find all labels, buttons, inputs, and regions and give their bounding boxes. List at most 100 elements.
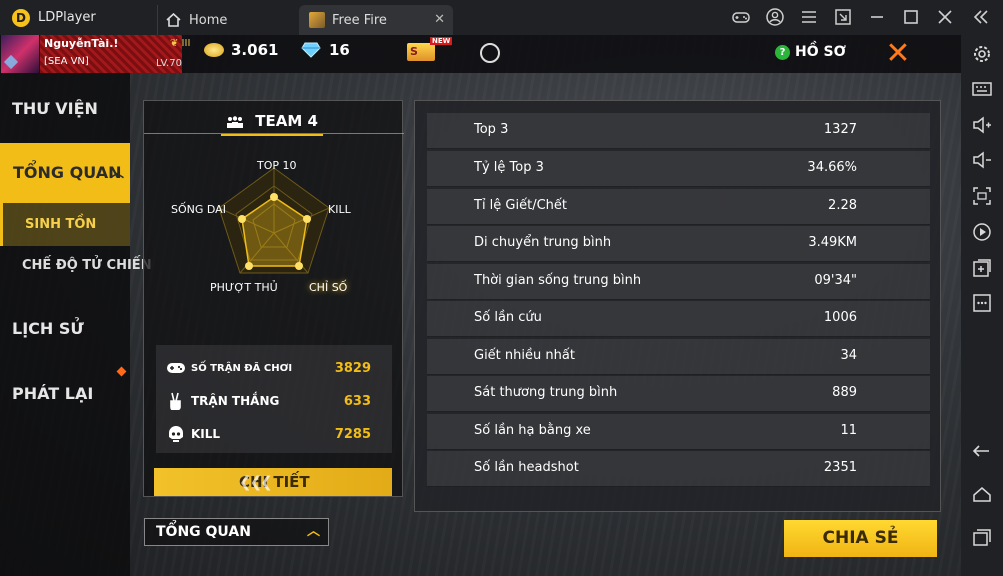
radar-label-survive: SỐNG DAI [171, 203, 226, 216]
stats-table: Top 3 1327 Tỷ lệ Top 3 34.66% Tỉ lệ Giết/C… [414, 100, 941, 512]
screenshot-icon[interactable] [971, 185, 993, 207]
team-icon [227, 115, 244, 128]
chevron-up-icon: ︿ [110, 165, 124, 181]
game-header: NguyễnTài.! ❦ III [SEA VN] LV.70 3.061 1… [0, 35, 961, 73]
record-icon[interactable] [971, 221, 993, 243]
chevrons-left-icon: ❮❮❮ [239, 473, 273, 491]
table-row: Giết nhiều nhất 34 [427, 339, 930, 375]
gold-coin-icon [204, 43, 224, 57]
table-row: Tỉ lệ Giết/Chết 2.28 [427, 189, 930, 225]
stat-label: Giết nhiều nhất [474, 348, 575, 363]
close-screen-icon[interactable]: ✕ [876, 38, 920, 70]
player-level: LV.70 [156, 58, 182, 69]
account-icon[interactable] [765, 7, 785, 27]
keyboard-icon[interactable] [971, 78, 993, 100]
ldplayer-logo-icon: D [12, 9, 30, 27]
nav-survival[interactable]: SINH TỒN [0, 203, 130, 246]
shop-ticket-icon[interactable]: S [407, 43, 435, 61]
tab-home-label: Home [189, 12, 228, 28]
cloud-settings-icon[interactable] [480, 43, 500, 63]
left-navigation: THƯ VIỆN TỔNG QUAN ︿ SINH TỒN CHẾ ĐỘ TỬ … [0, 73, 152, 576]
team-title: TEAM 4 [221, 108, 323, 136]
more-icon[interactable] [971, 292, 993, 314]
stat-label: Số lần cứu [474, 310, 542, 325]
player-name: NguyễnTài.! [44, 37, 119, 50]
shrink-window-icon[interactable] [833, 7, 853, 27]
nav-overview[interactable]: TỔNG QUAN ︿ [0, 143, 130, 203]
collapse-sidebar-icon[interactable] [971, 7, 991, 27]
stat-value: 3.49KM [808, 235, 857, 250]
stat-value: 1006 [823, 310, 857, 325]
game-screen: NguyễnTài.! ❦ III [SEA VN] LV.70 3.061 1… [0, 35, 961, 576]
matches-value: 3829 [334, 360, 371, 376]
table-row: Sát thương trung bình 889 [427, 376, 930, 412]
profile-tab[interactable]: ? HỒ SƠ [775, 44, 846, 60]
overview-dropdown[interactable]: TỔNG QUAN ︿ [144, 518, 329, 546]
home-button-icon[interactable] [971, 483, 993, 505]
add-app-icon[interactable] [971, 257, 993, 279]
stat-label: Tỉ lệ Giết/Chết [474, 198, 567, 213]
stat-value: 2351 [823, 460, 857, 475]
new-badge: NEW [430, 37, 453, 45]
share-button[interactable]: CHIA SẺ [784, 520, 937, 557]
stat-value: 09'34" [814, 273, 857, 288]
gold-counter[interactable]: 3.061 [204, 41, 278, 59]
gamepad-icon[interactable] [731, 7, 751, 27]
table-row: Tỷ lệ Top 3 34.66% [427, 151, 930, 187]
radar-label-top10: TOP 10 [257, 159, 297, 172]
stat-label: Di chuyển trung bình [474, 235, 612, 250]
team-name: TEAM 4 [255, 112, 318, 130]
nav-replay[interactable]: PHÁT LẠI [12, 384, 142, 403]
gamepad-icon [167, 363, 185, 373]
home-icon [166, 13, 181, 27]
skull-icon [169, 426, 183, 442]
stat-value: 889 [832, 385, 857, 400]
volume-up-icon[interactable] [971, 114, 993, 136]
emulator-title-bar: D LDPlayer Home Free Fire ✕ [0, 0, 1003, 35]
summary-row-matches: SỐ TRẬN ĐÃ CHƠI 3829 [166, 359, 386, 377]
stat-value: 1327 [823, 122, 857, 137]
settings-icon[interactable] [971, 43, 993, 65]
overview-dropdown-label: TỔNG QUAN [156, 524, 251, 540]
tab-home[interactable]: Home [157, 5, 306, 35]
stat-label: Thời gian sống trung bình [474, 273, 642, 288]
tab-free-fire[interactable]: Free Fire ✕ [299, 5, 453, 35]
volume-down-icon[interactable] [971, 149, 993, 171]
table-row: Top 3 1327 [427, 113, 930, 149]
maximize-icon[interactable] [901, 7, 921, 27]
stat-label: Số lần hạ bằng xe [474, 423, 591, 438]
diamond-counter[interactable]: 16 [301, 41, 350, 59]
back-icon[interactable] [971, 440, 993, 462]
recent-apps-icon[interactable] [971, 526, 993, 548]
nav-library[interactable]: THƯ VIỆN [12, 99, 142, 118]
menu-icon[interactable] [799, 7, 819, 27]
tab-close-icon[interactable]: ✕ [434, 12, 445, 27]
radar-chart [218, 167, 330, 274]
kills-label: KILL [191, 427, 221, 441]
player-clan: [SEA VN] [44, 56, 89, 67]
stat-label: Sát thương trung bình [474, 385, 618, 400]
kills-value: 7285 [334, 426, 371, 442]
detail-button[interactable]: CHI TIẾT ❮❮❮ [154, 468, 392, 496]
table-row: Số lần hạ bằng xe 11 [427, 414, 930, 450]
minimize-icon[interactable] [867, 7, 887, 27]
rank-badge: ❦ III [170, 38, 191, 49]
stat-value: 11 [840, 423, 857, 438]
stat-label: Top 3 [474, 122, 509, 137]
wins-label: TRẬN THẮNG [191, 394, 280, 408]
emulator-toolbar [961, 35, 1003, 576]
nav-history[interactable]: LỊCH SỬ [12, 319, 142, 338]
avatar-emblem-icon [3, 54, 19, 70]
radar-label-kill: KILL [328, 203, 351, 216]
radar-label-rush: PHƯỢT THỦ [210, 281, 278, 294]
avatar[interactable] [1, 35, 39, 73]
free-fire-icon [309, 12, 325, 28]
help-icon: ? [775, 44, 790, 60]
table-row: Số lần headshot 2351 [427, 451, 930, 487]
table-row: Di chuyển trung bình 3.49KM [427, 226, 930, 262]
close-window-icon[interactable] [935, 7, 955, 27]
summary-row-wins: TRẬN THẮNG 633 [166, 392, 386, 410]
stat-value: 34 [840, 348, 857, 363]
nav-deathmatch[interactable]: CHẾ ĐỘ TỬ CHIẾN [22, 258, 152, 273]
matches-label: SỐ TRẬN ĐÃ CHƠI [191, 362, 293, 374]
